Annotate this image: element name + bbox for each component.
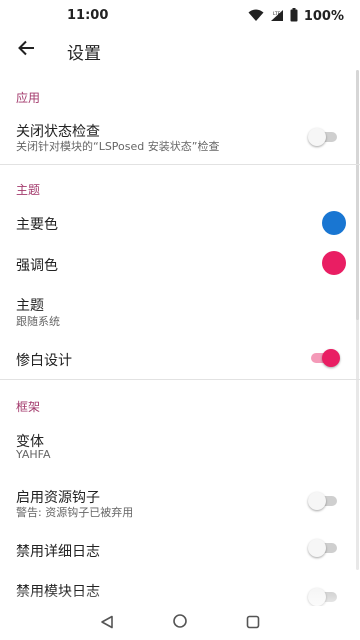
setting-subtitle: 警告: 资源钩子已被弃用 [16, 506, 134, 519]
pure-black-switch[interactable] [308, 349, 340, 367]
switch-thumb [322, 349, 340, 367]
setting-title: 惨白设计 [16, 353, 72, 369]
svg-text:LTE: LTE [273, 11, 281, 17]
setting-primary-color[interactable]: 主要色 [0, 204, 360, 240]
setting-resource-hooks[interactable]: 启用资源钩子 警告: 资源钩子已被弃用 [0, 482, 360, 524]
setting-title: 禁用详细日志 [16, 544, 100, 560]
accent-color-swatch[interactable] [322, 251, 346, 275]
section-title-theme: 主题 [16, 183, 41, 197]
setting-disable-verbose-log[interactable]: 禁用详细日志 [0, 532, 360, 568]
wifi-icon [248, 7, 264, 26]
nav-recents-button[interactable] [242, 612, 264, 634]
setting-variant[interactable]: 变体 YAHFA [0, 425, 360, 467]
recents-square-icon [246, 614, 260, 633]
navigation-bar [0, 606, 360, 640]
section-divider [0, 164, 360, 165]
setting-subtitle: 跟随系统 [16, 315, 60, 328]
nav-home-button[interactable] [169, 612, 191, 634]
back-triangle-icon [100, 614, 114, 633]
setting-title: 强调色 [16, 258, 58, 274]
setting-pure-black[interactable]: 惨白设计 [0, 340, 360, 376]
setting-accent-color[interactable]: 强调色 [0, 245, 360, 281]
arrow-left-icon [17, 40, 35, 60]
section-title-app: 应用 [16, 91, 41, 105]
setting-disable-status-check[interactable]: 关闭状态检查 关闭针对模块的“LSPosed 安装状态”检查 [0, 114, 360, 162]
setting-title: 主题 [16, 298, 44, 314]
section-title-framework: 框架 [16, 400, 41, 414]
primary-color-swatch[interactable] [322, 211, 346, 235]
status-bar: 11:00 LTE 100% [0, 0, 360, 32]
setting-subtitle: YAHFA [16, 448, 51, 461]
switch-thumb [308, 492, 326, 510]
battery-percent: 100% [303, 8, 344, 24]
scrollbar-thumb[interactable] [356, 70, 359, 320]
app-bar: 设置 [0, 32, 360, 68]
back-button[interactable] [12, 36, 40, 64]
settings-screen: 11:00 LTE 100% 设置 应用 关闭状态检查 关闭针对模块的“LSPo… [0, 0, 360, 640]
page-title: 设置 [67, 44, 101, 64]
status-time: 11:00 [67, 8, 109, 23]
setting-subtitle: 关闭针对模块的“LSPosed 安装状态”检查 [16, 140, 220, 153]
section-divider [0, 379, 360, 380]
switch-thumb [308, 539, 326, 557]
disable-verbose-log-switch[interactable] [308, 539, 340, 557]
disable-status-check-switch[interactable] [308, 128, 340, 146]
lte-signal-icon: LTE [270, 7, 284, 26]
resource-hooks-switch[interactable] [308, 492, 340, 510]
battery-icon [290, 7, 298, 26]
status-icons: LTE 100% [248, 7, 344, 26]
switch-thumb [308, 128, 326, 146]
home-circle-icon [172, 613, 188, 633]
setting-theme[interactable]: 主题 跟随系统 [0, 290, 360, 332]
setting-title: 主要色 [16, 217, 58, 233]
nav-back-button[interactable] [96, 612, 118, 634]
